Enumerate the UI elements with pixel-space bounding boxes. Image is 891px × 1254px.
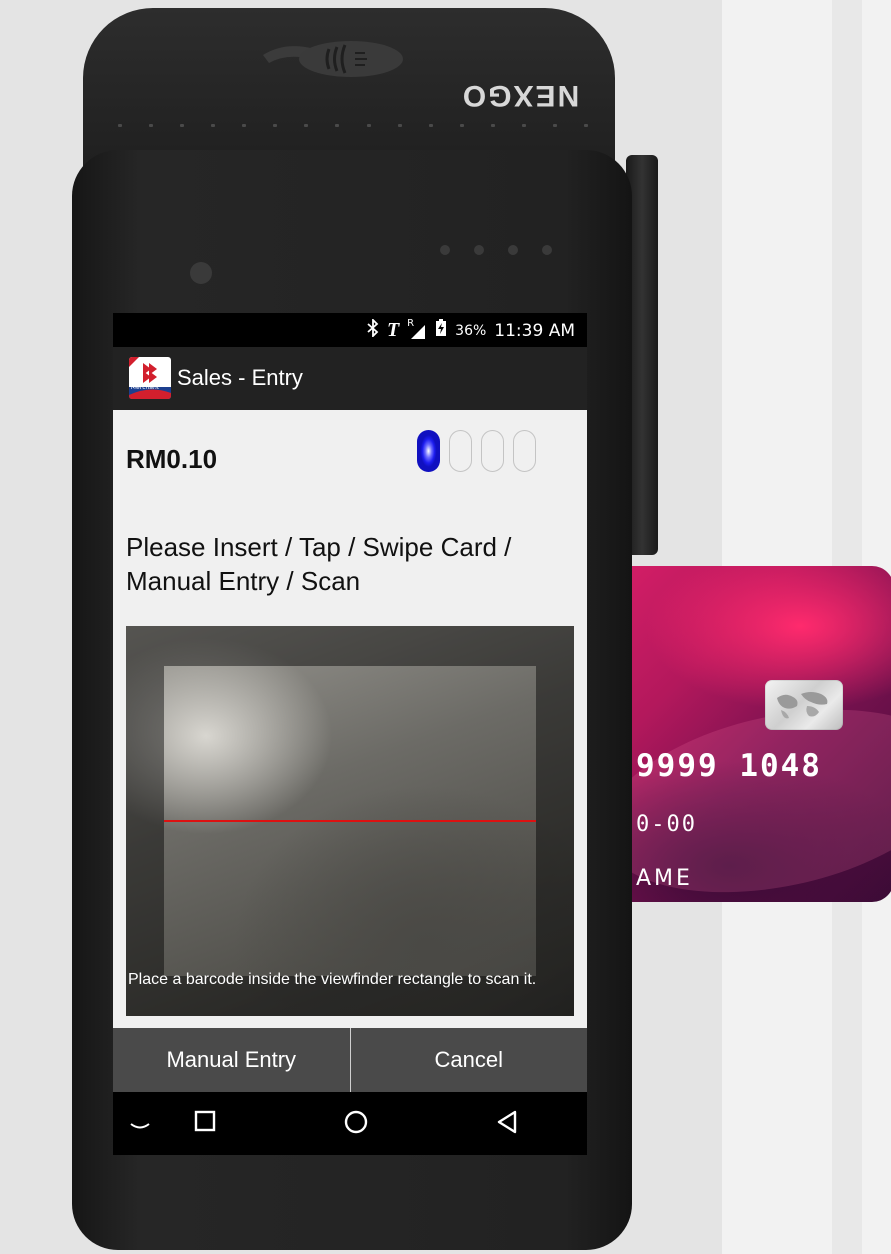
sale-amount: RM0.10 — [126, 444, 218, 474]
system-nav-bar — [113, 1092, 587, 1155]
terminal-screen: T R 36% 11:39 AM Merchant Sales - Entry — [113, 313, 587, 1155]
status-bar: T R 36% 11:39 AM — [113, 313, 587, 347]
progress-step-active — [417, 430, 440, 472]
terminal-brand-logo: NEXGO — [460, 79, 580, 112]
status-time: 11:39 AM — [494, 320, 575, 341]
progress-step — [481, 430, 504, 472]
card-holder-name: AME — [636, 866, 693, 891]
progress-step — [513, 430, 536, 472]
card-prompt: Please Insert / Tap / Swipe Card / Manua… — [126, 532, 512, 596]
home-icon[interactable] — [344, 1110, 368, 1138]
cancel-button[interactable]: Cancel — [351, 1028, 588, 1092]
merchant-logo-label: Merchant — [131, 384, 160, 391]
chevron-down-icon[interactable] — [129, 1118, 151, 1137]
back-icon[interactable] — [496, 1110, 518, 1138]
scan-line — [164, 820, 536, 822]
carrier-icon: T — [386, 319, 400, 341]
bluetooth-icon — [367, 317, 379, 342]
card-chip-icon — [765, 680, 843, 730]
viewfinder-hint: Place a barcode inside the viewfinder re… — [128, 971, 537, 988]
card-expiry: 0-00 — [636, 812, 697, 837]
sale-entry-panel: RM0.10 Please Insert / Tap / Swipe Card … — [113, 410, 587, 1028]
recents-icon[interactable] — [194, 1110, 216, 1136]
barcode-viewfinder[interactable]: Place a barcode inside the viewfinder re… — [126, 626, 574, 1016]
led-indicator — [440, 245, 450, 255]
led-indicator — [542, 245, 552, 255]
merchant-logo-icon: Merchant — [129, 357, 171, 399]
progress-step — [449, 430, 472, 472]
battery-percent: 36% — [455, 322, 487, 339]
progress-steps — [417, 430, 536, 472]
led-indicator — [508, 245, 518, 255]
app-bar: Merchant Sales - Entry — [113, 347, 587, 410]
status-leds — [440, 245, 552, 255]
led-indicator — [474, 245, 484, 255]
card-number: 9999 1048 — [636, 748, 822, 784]
signal-icon: R — [407, 318, 427, 340]
terminal-speaker-grille — [118, 124, 588, 130]
action-button-bar: Manual Entry Cancel — [113, 1028, 587, 1092]
front-camera — [190, 262, 212, 284]
contactless-icon — [255, 35, 415, 85]
manual-entry-button[interactable]: Manual Entry — [113, 1028, 350, 1092]
app-title: Sales - Entry — [177, 365, 303, 390]
battery-icon — [435, 319, 447, 342]
